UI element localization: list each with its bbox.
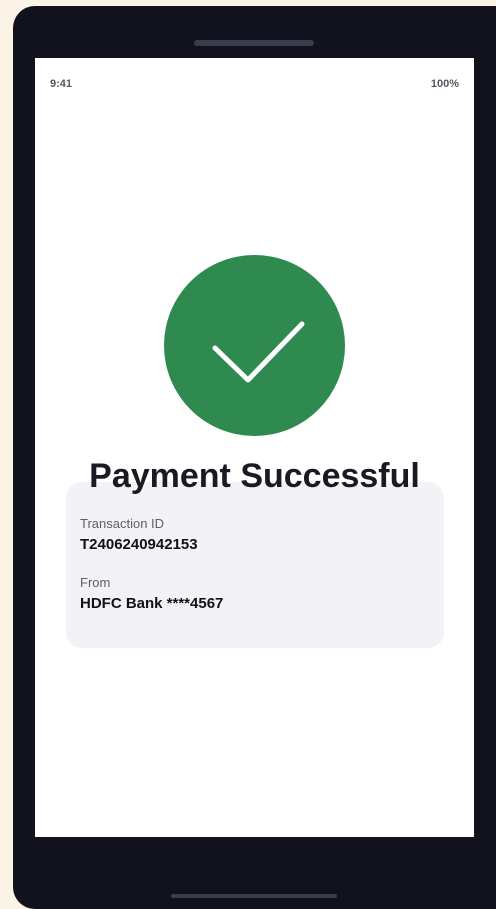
from-account-value: HDFC Bank ****4567 (80, 595, 224, 612)
home-indicator[interactable] (171, 894, 337, 898)
battery-level: 100% (430, 78, 459, 90)
status-time: 9:41 (50, 78, 73, 90)
transaction-id-label: Transaction ID (80, 516, 165, 531)
screen: 9:41 100% Transaction ID T2406240942153 … (35, 58, 474, 837)
page-title: Payment Successful (89, 457, 420, 495)
success-badge (164, 255, 345, 436)
status-bar: 9:41 100% (50, 78, 459, 94)
transaction-details-card: Transaction ID T2406240942153 From HDFC … (66, 482, 444, 648)
phone-frame: 9:41 100% Transaction ID T2406240942153 … (13, 6, 496, 909)
checkmark-icon (212, 321, 305, 383)
speaker-grille (194, 40, 314, 46)
transaction-id-value: T2406240942153 (80, 536, 198, 553)
from-account-label: From (80, 575, 111, 590)
